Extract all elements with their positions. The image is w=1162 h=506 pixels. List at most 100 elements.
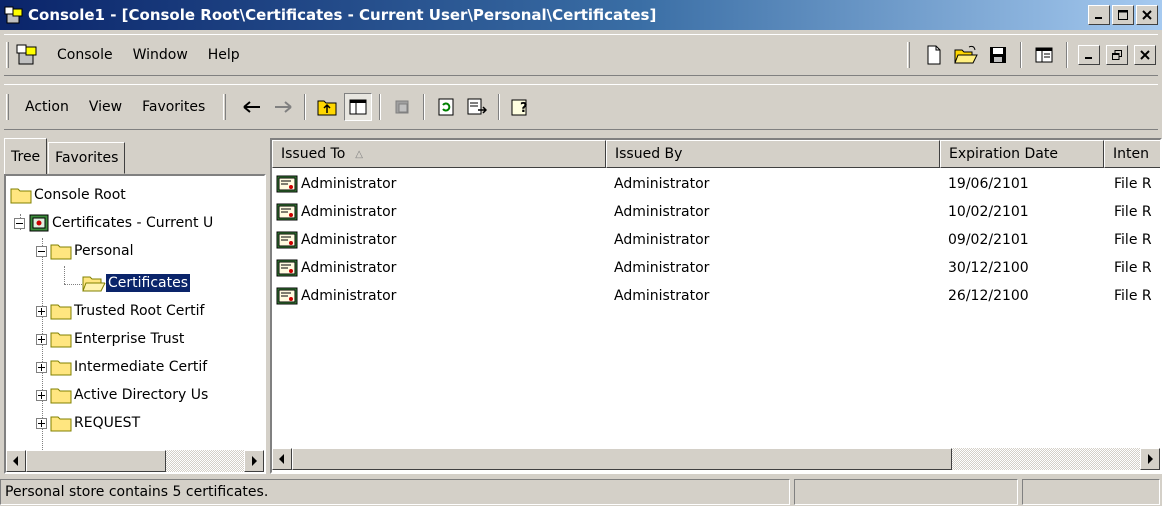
- minimize-icon: [1085, 57, 1092, 59]
- toolbar-grip[interactable]: [223, 94, 227, 120]
- refresh-button[interactable]: [432, 93, 460, 121]
- folder-icon: [50, 388, 72, 404]
- tree-item-console-root[interactable]: Console Root: [10, 182, 128, 208]
- new-document-icon: [927, 45, 941, 65]
- tree-horizontal-scrollbar[interactable]: [6, 450, 264, 472]
- console-window-icon: [16, 44, 37, 65]
- folder-icon: [50, 416, 72, 432]
- table-row[interactable]: Administrator Administrator 30/12/2100 File…: [272, 254, 1160, 282]
- expand-toggle[interactable]: [36, 333, 47, 345]
- cell-expiration-date: 10/02/2101: [948, 204, 1029, 220]
- status-bar: Personal store contains 5 certificates.: [0, 478, 1162, 506]
- mdi-minimize-button[interactable]: [1078, 45, 1100, 65]
- help-button[interactable]: ?: [507, 93, 535, 121]
- tree-item-certificates-current-user[interactable]: Certificates - Current U: [14, 210, 215, 236]
- back-button[interactable]: [238, 93, 266, 121]
- window-title: Console1 - [Console Root\Certificates - …: [28, 6, 657, 24]
- table-row[interactable]: Administrator Administrator 19/06/2101 File…: [272, 170, 1160, 198]
- menu-view[interactable]: View: [79, 99, 132, 115]
- scroll-left-button[interactable]: [6, 450, 26, 472]
- expand-toggle[interactable]: [36, 417, 47, 429]
- up-folder-icon: [317, 100, 337, 116]
- scroll-thumb[interactable]: [26, 450, 166, 472]
- right-arrow-icon: [1148, 454, 1153, 464]
- open-folder-icon: [82, 276, 106, 292]
- scroll-thumb[interactable]: [292, 448, 952, 470]
- menu-favorites[interactable]: Favorites: [132, 99, 215, 115]
- save-console-button[interactable]: [984, 41, 1012, 69]
- menu-help[interactable]: Help: [198, 47, 250, 63]
- refresh-icon: [438, 98, 454, 116]
- action-toolbar: Action View Favorites ?: [4, 84, 1158, 130]
- cell-issued-by: Administrator: [614, 288, 710, 304]
- left-arrow-icon: [279, 454, 284, 464]
- table-row[interactable]: Administrator Administrator 10/02/2101 File…: [272, 198, 1160, 226]
- left-arrow-icon: [13, 456, 18, 466]
- cell-intended-purposes: File R: [1114, 260, 1152, 276]
- export-list-icon: [467, 98, 488, 115]
- toolbar-grip[interactable]: [907, 42, 910, 68]
- expand-toggle[interactable]: [36, 361, 47, 373]
- expand-toggle[interactable]: [36, 389, 47, 401]
- tree-item-enterprise-trust[interactable]: Enterprise Trust: [36, 326, 186, 352]
- scroll-right-button[interactable]: [1140, 448, 1160, 470]
- tab-tree[interactable]: Tree: [4, 138, 48, 174]
- tree-item-trusted-root[interactable]: Trusted Root Certif: [36, 298, 206, 324]
- cell-issued-by: Administrator: [614, 260, 710, 276]
- tree-item-personal[interactable]: Personal: [36, 238, 136, 264]
- minimize-button[interactable]: [1088, 5, 1110, 25]
- cell-issued-to: Administrator: [276, 282, 396, 310]
- maximize-icon: [1118, 10, 1128, 20]
- tree-item-intermediate[interactable]: Intermediate Certif: [36, 354, 209, 380]
- console-tree: Console Root Certificates - Current U Pe…: [4, 174, 266, 474]
- mdi-restore-button[interactable]: [1106, 45, 1128, 65]
- close-button[interactable]: [1136, 5, 1158, 25]
- forward-button[interactable]: [269, 93, 297, 121]
- folder-icon: [50, 304, 72, 320]
- certificate-icon: [276, 175, 298, 193]
- new-console-button[interactable]: [920, 41, 948, 69]
- tree-item-certificates[interactable]: Certificates: [82, 270, 192, 296]
- column-header-intended-purposes[interactable]: Inten: [1104, 140, 1160, 168]
- maximize-button[interactable]: [1112, 5, 1134, 25]
- list-horizontal-scrollbar[interactable]: [272, 448, 1160, 470]
- certificate-icon: [276, 287, 298, 305]
- show-hide-console-tree-button[interactable]: [1030, 41, 1058, 69]
- collapse-toggle[interactable]: [36, 245, 47, 257]
- folder-icon: [10, 188, 32, 204]
- certificate-icon: [276, 231, 298, 249]
- tab-favorites[interactable]: Favorites: [48, 142, 126, 174]
- delete-button[interactable]: [388, 93, 416, 121]
- cell-issued-to: Administrator: [276, 254, 396, 282]
- scroll-left-button[interactable]: [272, 448, 292, 470]
- menu-action[interactable]: Action: [15, 99, 79, 115]
- show-hide-pane-icon: [1035, 47, 1053, 63]
- tree-item-active-directory[interactable]: Active Directory Us: [36, 382, 210, 408]
- column-header-issued-by[interactable]: Issued By: [606, 140, 940, 168]
- folder-icon: [50, 360, 72, 376]
- column-header-expiration-date[interactable]: Expiration Date: [940, 140, 1104, 168]
- toolbar-grip[interactable]: [6, 42, 9, 68]
- cell-issued-to: Administrator: [276, 226, 396, 254]
- table-row[interactable]: Administrator Administrator 09/02/2101 File…: [272, 226, 1160, 254]
- collapse-toggle[interactable]: [14, 217, 25, 229]
- expand-toggle[interactable]: [36, 305, 47, 317]
- up-one-level-button[interactable]: [313, 93, 341, 121]
- cell-expiration-date: 26/12/2100: [948, 288, 1029, 304]
- cell-issued-to: Administrator: [276, 170, 396, 198]
- menu-console[interactable]: Console: [47, 47, 123, 63]
- selected-node-label: Certificates: [104, 273, 192, 293]
- menu-window[interactable]: Window: [123, 47, 198, 63]
- table-row[interactable]: Administrator Administrator 26/12/2100 File…: [272, 282, 1160, 310]
- open-console-button[interactable]: [952, 41, 980, 69]
- toolbar-grip[interactable]: [6, 94, 9, 120]
- cell-intended-purposes: File R: [1114, 176, 1152, 192]
- show-hide-tree-button[interactable]: [344, 93, 373, 121]
- column-header-issued-to[interactable]: Issued To △: [272, 140, 606, 168]
- restore-icon: [1112, 50, 1122, 60]
- cell-issued-by: Administrator: [614, 232, 710, 248]
- tree-item-request[interactable]: REQUEST: [36, 410, 142, 436]
- export-list-button[interactable]: [463, 93, 491, 121]
- mdi-close-button[interactable]: [1134, 45, 1156, 65]
- scroll-right-button[interactable]: [244, 450, 264, 472]
